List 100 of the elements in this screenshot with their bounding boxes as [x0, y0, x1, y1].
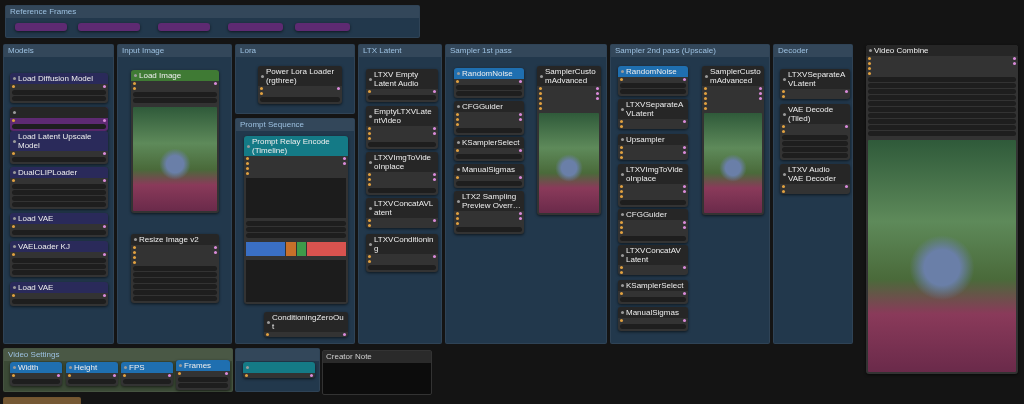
input-port-icon[interactable] [456, 176, 459, 179]
node-widget[interactable] [12, 96, 106, 101]
graph-node[interactable] [78, 23, 140, 31]
node-header[interactable]: LTXVImgToVideoInplace [618, 164, 688, 184]
node-widget[interactable] [456, 91, 522, 96]
collapse-dot-icon[interactable] [13, 139, 16, 143]
collapse-dot-icon[interactable] [457, 141, 460, 144]
node-header[interactable]: Upsampler [618, 134, 688, 145]
node-widget[interactable] [12, 157, 106, 162]
graph-node[interactable] [10, 107, 108, 131]
collapse-dot-icon[interactable] [621, 138, 624, 141]
collapse-dot-icon[interactable] [783, 172, 786, 176]
note-node[interactable]: Creator Note [322, 350, 432, 395]
node-header[interactable]: ManualSigmas [618, 307, 688, 318]
input-port-icon[interactable] [12, 294, 15, 297]
collapse-dot-icon[interactable] [621, 311, 624, 314]
graph-node[interactable]: LTXVSeparateAVLatent [618, 99, 688, 129]
graph-node[interactable]: CFGGuider [454, 101, 524, 135]
graph-node[interactable]: KSamplerSelect [454, 137, 524, 161]
node-widget[interactable] [456, 227, 522, 232]
node-header[interactable]: Video Combine [866, 45, 1018, 56]
collapse-dot-icon[interactable] [783, 77, 786, 81]
graph-node[interactable]: FPS [121, 362, 173, 386]
output-port-icon[interactable] [103, 119, 106, 122]
input-port-icon[interactable] [12, 119, 15, 122]
graph-node[interactable]: Load VAE [10, 282, 108, 306]
graph-node[interactable] [243, 362, 315, 378]
input-port-icon[interactable] [620, 78, 623, 81]
input-port-icon[interactable] [456, 149, 459, 152]
node-header[interactable]: DualCLIPLoader [10, 167, 108, 178]
graph-node[interactable]: EmptyLTXVLatentVideo [366, 106, 438, 149]
node-widget[interactable] [12, 270, 106, 275]
node-widget[interactable] [620, 236, 686, 241]
node-header[interactable]: Width [10, 362, 62, 373]
graph-node[interactable]: Load Latent Upscale Model [10, 131, 108, 164]
node-header[interactable]: Load VAE [10, 213, 108, 224]
node-widget[interactable] [620, 200, 686, 205]
node-header[interactable]: Resize Image v2 [131, 234, 219, 245]
collapse-dot-icon[interactable] [621, 253, 624, 257]
node-header[interactable]: LTXVConcatAVLatent [618, 245, 688, 265]
output-port-icon[interactable] [103, 225, 106, 228]
input-port-icon[interactable] [456, 80, 459, 83]
node-header[interactable]: LTXV Empty Latent Audio [366, 69, 438, 89]
graph-node[interactable]: CFGGuider [618, 209, 688, 243]
node-header[interactable]: LTXVImgToVideoInplace [366, 152, 438, 172]
graph-node[interactable]: LTXV Empty Latent Audio [366, 69, 438, 102]
collapse-dot-icon[interactable] [179, 364, 182, 367]
node-widget[interactable] [133, 296, 217, 301]
graph-node[interactable]: KSamplerSelect [618, 280, 688, 304]
node-header[interactable]: ManualSigmas [454, 164, 524, 175]
node-widget[interactable] [12, 124, 106, 129]
input-port-icon[interactable] [68, 374, 71, 377]
input-port-icon[interactable] [620, 292, 623, 295]
node-widget[interactable] [368, 188, 436, 193]
timeline-segment[interactable] [296, 242, 307, 256]
graph-node[interactable]: Load Image [131, 70, 219, 213]
graph-node[interactable] [15, 23, 67, 31]
graph-node[interactable]: RandomNoise [454, 68, 524, 98]
output-port-icon[interactable] [519, 80, 522, 83]
collapse-dot-icon[interactable] [124, 366, 127, 369]
node-header[interactable]: LTXVSeparateAVLatent [618, 99, 688, 119]
graph-node[interactable] [295, 23, 350, 31]
graph-node[interactable]: Frames [176, 360, 230, 390]
graph-node[interactable] [158, 23, 210, 31]
graph-node[interactable]: Prompt Relay Encode (Timeline) [244, 136, 348, 304]
node-header[interactable]: Prompt Relay Encode (Timeline) [244, 136, 348, 156]
collapse-dot-icon[interactable] [457, 105, 460, 108]
node-widget[interactable] [260, 97, 340, 102]
output-port-icon[interactable] [845, 125, 848, 128]
output-port-icon[interactable] [214, 82, 217, 85]
node-widget[interactable] [12, 299, 106, 304]
collapse-dot-icon[interactable] [369, 242, 372, 246]
graph-node[interactable]: SamplerCustomAdvanced [702, 66, 764, 215]
node-header[interactable]: CFGGuider [618, 209, 688, 220]
node-header[interactable]: RandomNoise [618, 66, 688, 77]
node-header[interactable]: Load Image [131, 70, 219, 81]
output-port-icon[interactable] [225, 372, 228, 375]
input-port-icon[interactable] [12, 225, 15, 228]
node-header[interactable]: FPS [121, 362, 173, 373]
node-header[interactable]: KSamplerSelect [454, 137, 524, 148]
input-port-icon[interactable] [12, 253, 15, 256]
graph-node[interactable]: LTXVConcatAVLatent [618, 245, 688, 275]
node-widget[interactable] [368, 265, 436, 270]
node-widget[interactable] [456, 181, 522, 186]
graph-node[interactable]: LTXVSeparateAVLatent [780, 69, 850, 99]
input-port-icon[interactable] [245, 374, 248, 377]
graph-node[interactable]: Load VAE [10, 213, 108, 237]
graph-node[interactable]: LTXVImgToVideoInplace [366, 152, 438, 195]
output-port-icon[interactable] [519, 149, 522, 152]
graph-node[interactable]: LTXV Audio VAE Decoder [780, 164, 850, 194]
node-widget[interactable] [620, 297, 686, 302]
node-widget[interactable] [12, 230, 106, 235]
node-header[interactable]: EmptyLTXVLatentVideo [366, 106, 438, 126]
collapse-dot-icon[interactable] [869, 49, 872, 52]
input-port-icon[interactable] [123, 374, 126, 377]
input-port-icon[interactable] [620, 319, 623, 322]
collapse-dot-icon[interactable] [134, 238, 137, 241]
output-port-icon[interactable] [683, 319, 686, 322]
output-port-icon[interactable] [113, 374, 116, 377]
node-header[interactable]: VAE Decode (Tiled) [780, 104, 850, 124]
